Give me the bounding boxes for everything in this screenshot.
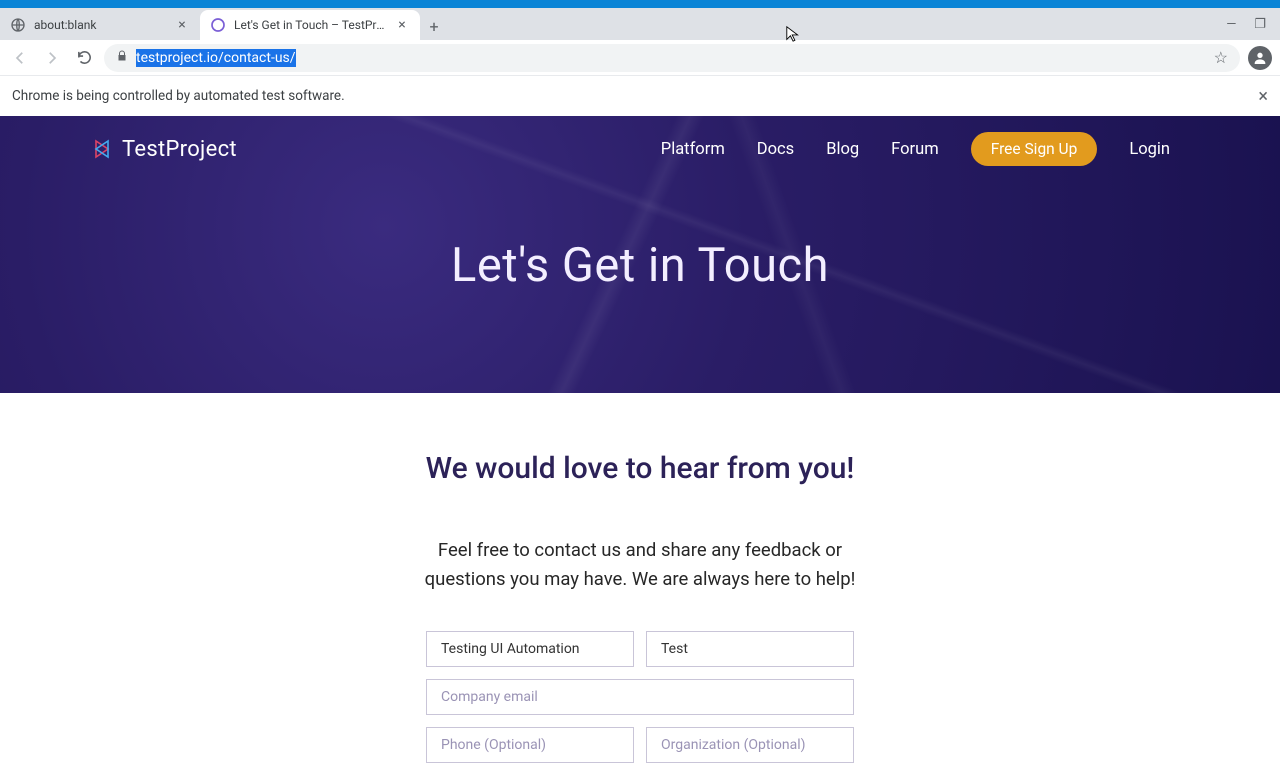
reload-button[interactable] bbox=[72, 46, 96, 70]
close-icon[interactable]: × bbox=[174, 17, 190, 33]
bookmark-star-icon[interactable]: ☆ bbox=[1214, 48, 1228, 67]
site-nav: TestProject Platform Docs Blog Forum Fre… bbox=[0, 116, 1280, 182]
profile-avatar[interactable] bbox=[1248, 46, 1272, 70]
contact-form bbox=[426, 631, 854, 763]
lastname-field[interactable] bbox=[646, 631, 854, 667]
url-text: testproject.io/contact-us/ bbox=[136, 50, 1206, 66]
nav-docs[interactable]: Docs bbox=[757, 140, 794, 159]
lock-icon bbox=[116, 50, 128, 65]
globe-icon bbox=[10, 17, 26, 33]
content-subtext: Feel free to contact us and share any fe… bbox=[0, 536, 1280, 593]
testproject-icon bbox=[210, 17, 226, 33]
contact-content: We would love to hear from you! Feel fre… bbox=[0, 393, 1280, 763]
close-icon[interactable]: × bbox=[394, 17, 410, 33]
signup-button[interactable]: Free Sign Up bbox=[971, 132, 1098, 166]
content-heading: We would love to hear from you! bbox=[0, 451, 1280, 486]
phone-field[interactable] bbox=[426, 727, 634, 763]
minimize-icon[interactable]: — bbox=[1226, 17, 1236, 32]
tab-title: Let's Get in Touch – TestProject bbox=[234, 18, 386, 32]
window-titlebar bbox=[0, 0, 1280, 8]
hero-title: Let's Get in Touch bbox=[0, 238, 1280, 293]
close-icon[interactable]: × bbox=[1258, 86, 1268, 107]
nav-links: Platform Docs Blog Forum Free Sign Up Lo… bbox=[661, 132, 1170, 166]
email-field[interactable] bbox=[426, 679, 854, 715]
logo-text: TestProject bbox=[122, 137, 237, 162]
forward-button[interactable] bbox=[40, 46, 64, 70]
nav-platform[interactable]: Platform bbox=[661, 140, 725, 159]
browser-tabs-row: about:blank × Let's Get in Touch – TestP… bbox=[0, 8, 1280, 40]
hero-section: TestProject Platform Docs Blog Forum Fre… bbox=[0, 116, 1280, 393]
maximize-icon[interactable]: ❐ bbox=[1254, 17, 1266, 32]
back-button[interactable] bbox=[8, 46, 32, 70]
tab-testproject[interactable]: Let's Get in Touch – TestProject × bbox=[200, 10, 420, 40]
new-tab-button[interactable]: + bbox=[420, 12, 448, 40]
tab-title: about:blank bbox=[34, 18, 166, 32]
name-field[interactable] bbox=[426, 631, 634, 667]
window-controls: — ❐ bbox=[1226, 8, 1280, 40]
address-bar-row: testproject.io/contact-us/ ☆ bbox=[0, 40, 1280, 76]
automation-infobar: Chrome is being controlled by automated … bbox=[0, 76, 1280, 116]
infobar-text: Chrome is being controlled by automated … bbox=[12, 88, 345, 104]
nav-forum[interactable]: Forum bbox=[891, 140, 939, 159]
tab-about-blank[interactable]: about:blank × bbox=[0, 10, 200, 40]
org-field[interactable] bbox=[646, 727, 854, 763]
site-logo[interactable]: TestProject bbox=[90, 137, 237, 162]
nav-blog[interactable]: Blog bbox=[826, 140, 859, 159]
address-bar[interactable]: testproject.io/contact-us/ ☆ bbox=[104, 44, 1240, 72]
nav-login[interactable]: Login bbox=[1129, 140, 1170, 159]
